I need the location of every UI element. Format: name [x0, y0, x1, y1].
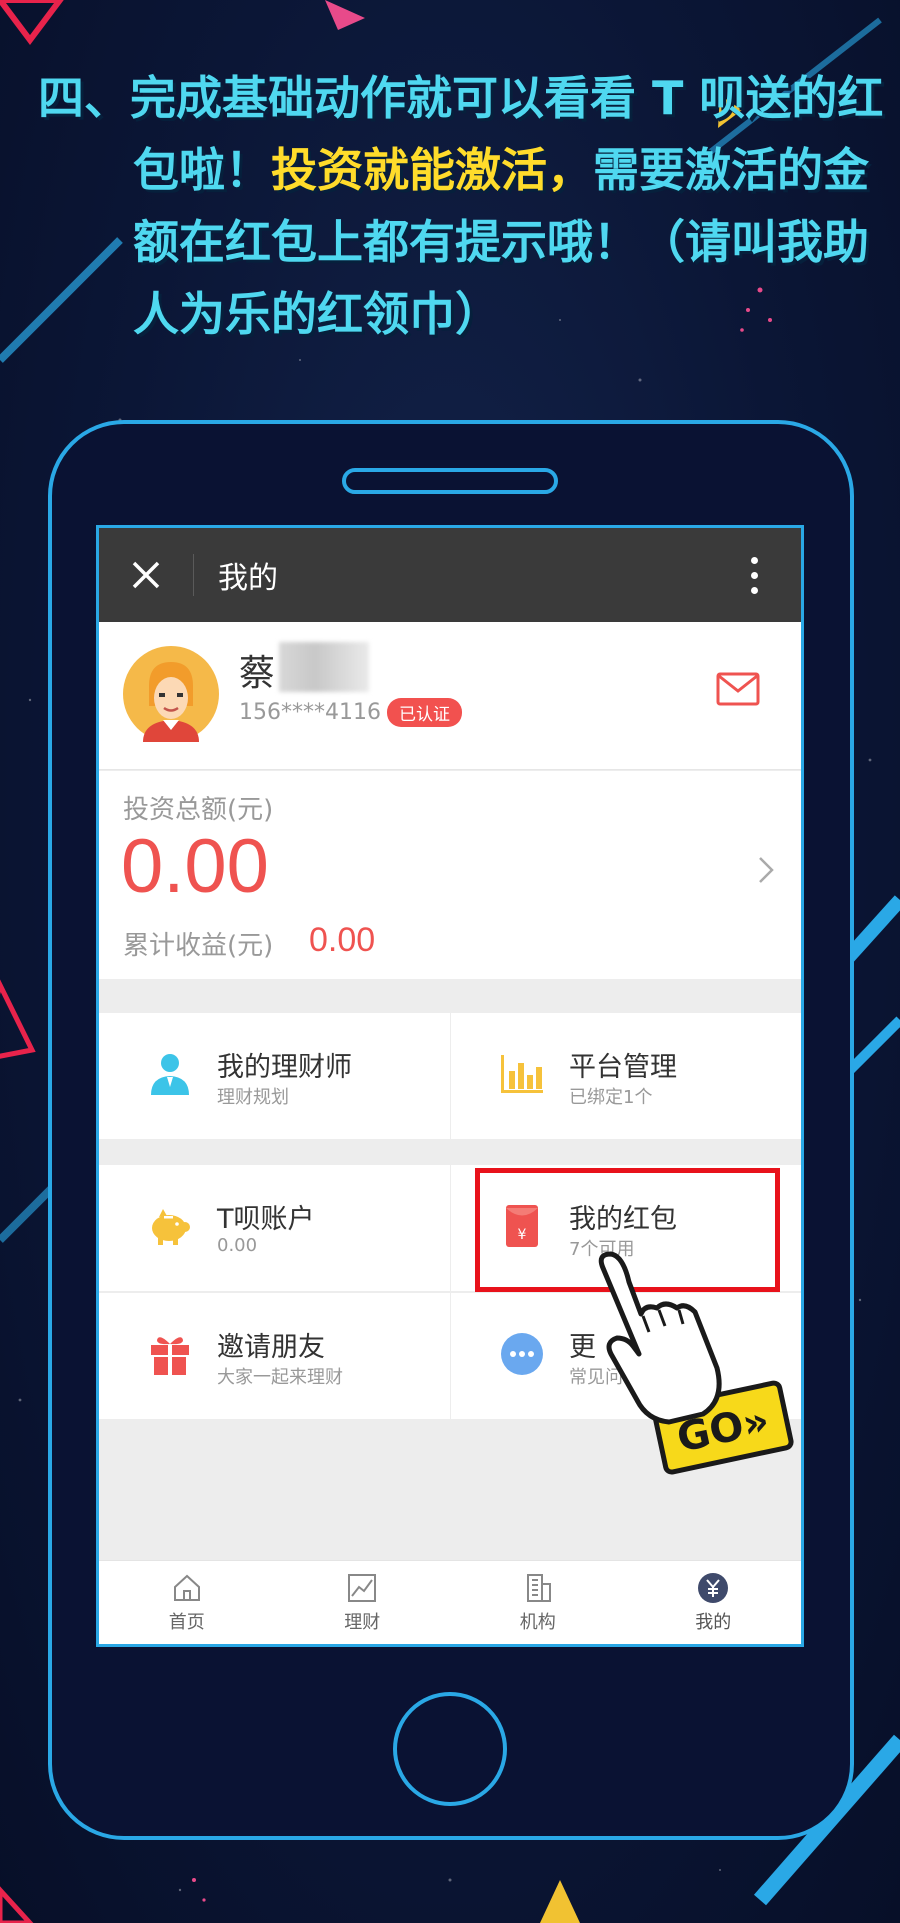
tile-subtitle: 已绑定1个: [569, 1087, 653, 1108]
tile-subtitle: 大家一起来理财: [217, 1367, 343, 1388]
yuan-icon: [698, 1572, 729, 1603]
profile-card[interactable]: 蔡 156****4116 已认证: [99, 622, 801, 770]
phone-speaker: [342, 468, 558, 494]
more-dot-icon: [750, 571, 758, 579]
advisor-icon: [151, 1054, 189, 1095]
tab-label: 我的: [695, 1611, 732, 1633]
tab-label: 首页: [168, 1611, 205, 1633]
topbar-divider: [193, 554, 194, 596]
tile-subtitle: 0.00: [217, 1235, 258, 1256]
bar-chart-icon: [501, 1055, 543, 1093]
tile-title: 邀请朋友: [217, 1332, 325, 1363]
instruction-text: 四、完成基础动作就可以看看 T 呗送的红 包啦！投资就能激活，需要激活的金 额在…: [38, 62, 884, 350]
tile-platform-management[interactable]: 平台管理 已绑定1个: [451, 1013, 801, 1139]
avatar: [123, 646, 219, 742]
tab-institutions[interactable]: 机构: [450, 1561, 626, 1644]
instruction-line-2c: 需要激活的金: [593, 143, 869, 197]
more-dot-icon: [750, 586, 758, 594]
tile-title: T呗账户: [217, 1204, 315, 1235]
tab-home[interactable]: 首页: [99, 1561, 275, 1644]
user-phone: 156****4116: [239, 700, 381, 725]
tile-subtitle: 理财规划: [217, 1087, 289, 1108]
tile-invite-friends[interactable]: 邀请朋友 大家一起来理财: [99, 1293, 450, 1419]
tab-label: 机构: [519, 1611, 556, 1633]
more-dot-icon: [750, 556, 758, 564]
tile-title: 我的理财师: [217, 1052, 352, 1083]
tab-mine[interactable]: 我的: [626, 1561, 802, 1644]
gift-icon: [151, 1337, 189, 1375]
total-investment-label: 投资总额(元): [123, 795, 274, 825]
instruction-line-4: 人为乐的红领巾）: [133, 287, 501, 341]
instruction-line-3: 额在红包上都有提示哦！（请叫我助: [133, 215, 869, 269]
assets-card[interactable]: 投资总额(元) 0.00 累计收益(元) 0.00: [99, 771, 801, 979]
close-icon: [132, 561, 160, 589]
name-redaction: [279, 642, 369, 692]
total-investment-value: 0.00: [121, 824, 269, 909]
tile-financial-advisor[interactable]: 我的理财师 理财规划: [99, 1013, 450, 1139]
tile-tbei-account[interactable]: T呗账户 0.00: [99, 1165, 450, 1291]
instruction-line-2a: 包啦！: [133, 143, 271, 197]
pointing-hand-go-icon: GO»: [598, 1251, 794, 1475]
mail-icon[interactable]: [716, 672, 760, 706]
verified-badge: 已认证: [387, 698, 462, 727]
cumulative-income-value: 0.00: [309, 921, 376, 959]
more-icon: [501, 1333, 543, 1375]
instruction-line-1: 四、完成基础动作就可以看看 T 呗送的红: [38, 71, 884, 125]
page-title: 我的: [218, 561, 278, 596]
tile-title: 平台管理: [569, 1052, 677, 1083]
home-icon: [173, 1574, 200, 1601]
close-button[interactable]: [99, 528, 193, 622]
tab-finance[interactable]: 理财: [275, 1561, 451, 1644]
more-menu-button[interactable]: [707, 528, 801, 622]
tab-label: 理财: [344, 1611, 381, 1633]
building-icon: [526, 1573, 551, 1602]
trend-chart-icon: [348, 1573, 377, 1602]
instruction-highlight: 投资就能激活，: [271, 143, 593, 197]
user-name: 蔡: [239, 653, 276, 694]
bottom-tab-bar: 首页 理财 机构 我的: [99, 1560, 801, 1644]
instruction-line-2: 包啦！投资就能激活，需要激活的金: [38, 134, 869, 206]
chevron-right-icon: [759, 857, 774, 883]
cumulative-income-label: 累计收益(元): [123, 931, 274, 961]
piggy-bank-icon: [152, 1209, 190, 1245]
phone-home-button: [393, 1692, 507, 1806]
top-bar: 我的: [99, 528, 801, 622]
